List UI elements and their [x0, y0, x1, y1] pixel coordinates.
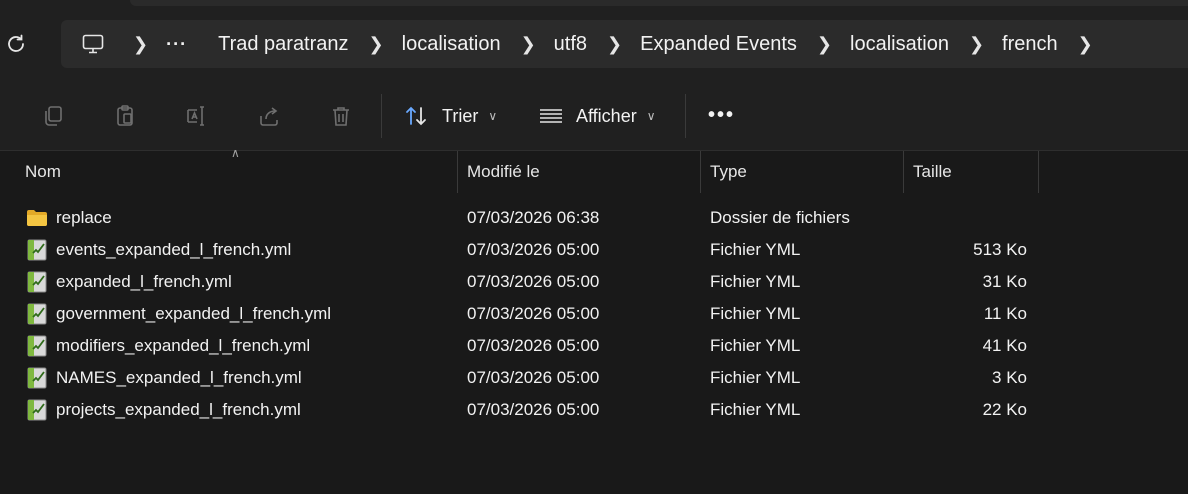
folder-icon — [27, 210, 47, 226]
file-name: events_expanded_l_french.yml — [56, 240, 292, 259]
file-modified: 07/03/2026 05:00 — [467, 304, 600, 323]
file-size: 513 Ko — [973, 240, 1027, 259]
file-modified: 07/03/2026 05:00 — [467, 272, 600, 291]
chevron-right-icon[interactable]: ❯ — [969, 20, 984, 68]
chevron-right-icon[interactable]: ❯ — [1078, 20, 1093, 68]
yml-file-icon — [27, 239, 47, 261]
file-row[interactable]: events_expanded_l_french.yml 07/03/2026 … — [0, 234, 1188, 266]
file-size: 3 Ko — [992, 368, 1027, 387]
column-header-row: Nom Modifié le Type Taille — [0, 151, 1188, 193]
file-type: Fichier YML — [710, 368, 801, 387]
file-size: 22 Ko — [982, 400, 1027, 419]
column-header-size[interactable]: Taille — [913, 151, 952, 193]
column-header-modified[interactable]: Modifié le — [467, 151, 540, 193]
file-type: Fichier YML — [710, 336, 801, 355]
file-row[interactable]: NAMES_expanded_l_french.yml 07/03/2026 0… — [0, 362, 1188, 394]
refresh-icon[interactable] — [4, 32, 28, 56]
file-list: replace 07/03/2026 06:38 Dossier de fich… — [0, 202, 1188, 426]
file-modified: 07/03/2026 05:00 — [467, 336, 600, 355]
paste-icon[interactable] — [113, 104, 137, 128]
file-row[interactable]: government_expanded_l_french.yml 07/03/2… — [0, 298, 1188, 330]
file-type: Fichier YML — [710, 272, 801, 291]
yml-file-icon — [27, 335, 47, 357]
breadcrumb-item[interactable]: Expanded Events — [640, 20, 797, 68]
view-icon — [540, 109, 562, 123]
file-size: 31 Ko — [982, 272, 1027, 291]
chevron-right-icon[interactable]: ❯ — [521, 20, 536, 68]
toolbar-divider — [381, 94, 382, 138]
this-pc-icon[interactable] — [81, 32, 105, 56]
sort-label: Trier — [442, 105, 479, 126]
chevron-right-icon[interactable]: ❯ — [369, 20, 384, 68]
copy-icon[interactable] — [41, 104, 65, 128]
file-type: Fichier YML — [710, 400, 801, 419]
file-size — [900, 202, 1027, 234]
chevron-right-icon[interactable]: ❯ — [133, 20, 148, 68]
column-header-type[interactable]: Type — [710, 151, 747, 193]
chevron-right-icon[interactable]: ❯ — [817, 20, 832, 68]
rename-icon[interactable] — [185, 104, 209, 128]
yml-file-icon — [27, 303, 47, 325]
breadcrumb-item[interactable]: localisation — [850, 20, 949, 68]
view-label: Afficher — [576, 105, 637, 126]
yml-file-icon — [27, 271, 47, 293]
view-button[interactable]: Afficher ∨ — [538, 100, 656, 132]
column-divider[interactable] — [457, 151, 458, 193]
column-divider[interactable] — [1038, 151, 1039, 193]
file-name: modifiers_expanded_l_french.yml — [56, 336, 311, 355]
share-icon[interactable] — [257, 104, 281, 128]
file-type: Fichier YML — [710, 304, 801, 323]
breadcrumb-item[interactable]: Trad paratranz — [218, 20, 348, 68]
file-size: 41 Ko — [982, 336, 1027, 355]
more-options-button[interactable]: ••• — [708, 104, 735, 127]
file-modified: 07/03/2026 05:00 — [467, 400, 600, 419]
file-name: projects_expanded_l_french.yml — [56, 400, 301, 419]
file-type: Fichier YML — [710, 240, 801, 259]
file-row[interactable]: replace 07/03/2026 06:38 Dossier de fich… — [0, 202, 1188, 234]
file-modified: 07/03/2026 05:00 — [467, 240, 600, 259]
chevron-down-icon: ∨ — [488, 109, 498, 123]
yml-file-icon — [27, 367, 47, 389]
column-divider[interactable] — [700, 151, 701, 193]
file-modified: 07/03/2026 06:38 — [467, 208, 600, 227]
column-divider[interactable] — [903, 151, 904, 193]
chevron-right-icon[interactable]: ❯ — [607, 20, 622, 68]
breadcrumb-overflow[interactable]: ··· — [166, 20, 187, 68]
file-modified: 07/03/2026 05:00 — [467, 368, 600, 387]
file-name: replace — [56, 208, 112, 227]
sort-button[interactable]: Trier ∨ — [404, 100, 497, 132]
file-type: Dossier de fichiers — [710, 208, 850, 227]
tab-strip-edge — [130, 0, 1188, 6]
breadcrumb-item[interactable]: utf8 — [554, 20, 587, 68]
file-name: expanded_l_french.yml — [56, 272, 232, 291]
file-row[interactable]: projects_expanded_l_french.yml 07/03/202… — [0, 394, 1188, 426]
file-row[interactable]: expanded_l_french.yml 07/03/2026 05:00 F… — [0, 266, 1188, 298]
sort-icon — [406, 106, 426, 126]
breadcrumb-item-current[interactable]: french — [1002, 20, 1058, 68]
chevron-down-icon: ∨ — [646, 109, 656, 123]
file-name: NAMES_expanded_l_french.yml — [56, 368, 302, 387]
file-size: 11 Ko — [983, 304, 1027, 323]
file-name: government_expanded_l_french.yml — [56, 304, 332, 323]
delete-icon[interactable] — [329, 104, 353, 128]
column-header-name[interactable]: Nom — [25, 151, 61, 193]
toolbar-divider — [685, 94, 686, 138]
command-bar: Trier ∨ Afficher ∨ — [0, 80, 1188, 151]
address-bar[interactable]: ❯ ··· Trad paratranz ❯ localisation ❯ ut… — [61, 20, 1188, 68]
file-row[interactable]: modifiers_expanded_l_french.yml 07/03/20… — [0, 330, 1188, 362]
breadcrumb-item[interactable]: localisation — [402, 20, 501, 68]
yml-file-icon — [27, 399, 47, 421]
